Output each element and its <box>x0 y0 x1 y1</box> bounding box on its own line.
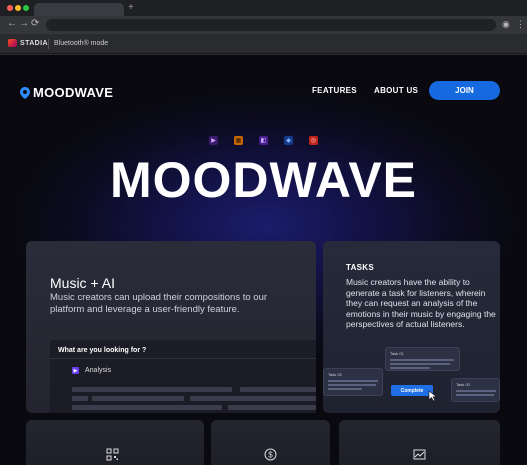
stadia-icon <box>8 39 17 47</box>
bookmark-bluetooth-mode[interactable]: Bluetooth® mode <box>54 39 108 49</box>
browser-chrome: + ← → ⟳ ◉ ⋮ STADIA Bluetooth® mode <box>0 0 527 56</box>
maximize-window-button[interactable] <box>23 5 29 11</box>
cursor-icon <box>428 390 438 402</box>
back-icon[interactable]: ← <box>7 17 17 31</box>
placeholder-line <box>190 396 316 401</box>
aftereffects-icon: ◧ <box>259 136 268 145</box>
placeholder-line <box>72 405 222 410</box>
placeholder-line <box>72 387 232 392</box>
task-card-line <box>456 394 494 396</box>
search-divider <box>50 358 316 359</box>
task-card-2: Task 02 <box>323 368 383 396</box>
placeholder-line <box>92 396 184 401</box>
hero-title: MOODWAVE <box>109 152 418 208</box>
page-content: MOODWAVE FEATURES ABOUT US JOIN ▶ ▦ ◧ ◆ … <box>0 55 527 465</box>
placeholder-line <box>228 405 316 410</box>
analysis-item[interactable]: ▶ Analysis <box>72 367 111 374</box>
search-prompt: What are you looking for ? <box>58 347 147 354</box>
search-panel: What are you looking for ? ▶ Analysis <box>50 340 316 413</box>
minimize-window-button[interactable] <box>15 5 21 11</box>
feature-card-dollar: $ <box>211 420 330 465</box>
task-card-line <box>456 390 496 392</box>
task-card-1: Task 01 <box>385 347 460 371</box>
task-card-title: Task 03 <box>456 382 470 387</box>
task-card-3: Task 03 <box>451 378 500 402</box>
premiere-icon: ▶ <box>209 136 218 145</box>
analysis-label: Analysis <box>85 367 112 374</box>
bookmark-divider <box>48 39 49 49</box>
image-chart-icon <box>413 449 426 460</box>
location-pin-icon <box>20 86 30 99</box>
illustrator-icon: ▦ <box>234 136 243 145</box>
task-card-line <box>390 359 454 361</box>
profile-icon[interactable]: ◉ <box>502 17 510 31</box>
bookmark-stadia[interactable]: STADIA <box>8 39 48 47</box>
tasks-heading: TASKS <box>346 263 375 272</box>
app-icon-row: ▶ ▦ ◧ ◆ ◎ <box>209 136 318 145</box>
task-card-line <box>328 380 378 382</box>
nav-about-link[interactable]: ABOUT US <box>374 85 418 97</box>
qr-scan-icon <box>106 448 119 461</box>
dollar-icon: $ <box>264 448 277 461</box>
photoshop-icon: ◆ <box>284 136 293 145</box>
address-bar[interactable] <box>46 19 496 31</box>
join-button[interactable]: JOIN <box>429 81 500 100</box>
complete-button[interactable]: Complete <box>391 385 433 396</box>
placeholder-line <box>240 387 316 392</box>
browser-tab[interactable] <box>34 3 124 16</box>
acrobat-icon: ◎ <box>309 136 318 145</box>
music-ai-description: Music creators can upload their composit… <box>50 292 268 315</box>
task-card-line <box>328 388 362 390</box>
bookmark-stadia-label: STADIA <box>20 39 48 47</box>
task-card-line <box>390 367 430 369</box>
task-card-title: Task 02 <box>328 372 342 377</box>
feature-card-image <box>339 420 500 465</box>
music-ai-heading: Music + AI <box>50 275 115 291</box>
nav-features-link[interactable]: FEATURES <box>312 85 357 97</box>
forward-icon[interactable]: → <box>19 17 29 31</box>
tasks-description: Music creators have the ability to gener… <box>346 277 496 330</box>
task-card-title: Task 01 <box>390 351 404 356</box>
site-logo[interactable]: MOODWAVE <box>20 85 113 100</box>
task-card-line <box>328 384 376 386</box>
close-window-button[interactable] <box>7 5 13 11</box>
logo-text: MOODWAVE <box>33 85 114 100</box>
reload-icon[interactable]: ⟳ <box>31 17 39 31</box>
task-card-line <box>390 363 450 365</box>
new-tab-button[interactable]: + <box>128 2 134 14</box>
menu-icon[interactable]: ⋮ <box>516 17 525 31</box>
svg-text:$: $ <box>268 450 273 459</box>
placeholder-line <box>72 396 88 401</box>
feature-card-qr <box>26 420 204 465</box>
play-icon: ▶ <box>72 367 79 374</box>
